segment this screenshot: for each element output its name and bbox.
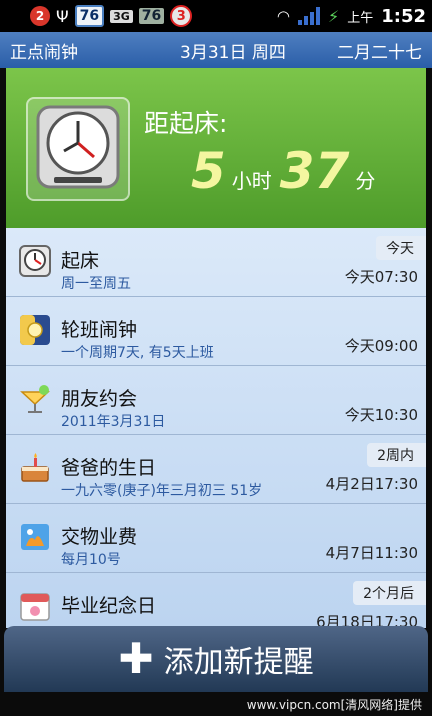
alarm-subtitle: 一九六零(庚子)年三月初三 51岁: [61, 483, 263, 499]
list-item[interactable]: 朋友约会 2011年3月31日 今天10:30: [6, 366, 426, 435]
countdown-banner[interactable]: 距起床: 5 小时 37 分: [6, 68, 426, 228]
status-ampm: 上午: [347, 10, 374, 26]
alarm-title: 起床: [61, 250, 100, 272]
network-type-icon: 3G: [110, 9, 133, 23]
footer-watermark: www.vipcn.com[清风网络]提供: [0, 692, 432, 716]
alarm-time: 4月2日17:30: [325, 475, 418, 493]
alarm-title: 轮班闹钟: [61, 319, 138, 341]
alarm-time: 今天10:30: [344, 406, 418, 424]
alarm-title: 交物业费: [61, 526, 138, 548]
date-header: 正点闹钟 3月31日 周四 二月二十七: [0, 32, 432, 68]
status-time: 1:52: [381, 5, 426, 27]
alarm-time: 今天09:00: [344, 337, 418, 355]
signal-icon: [297, 7, 320, 25]
add-reminder-label: 添加新提醒: [163, 645, 314, 680]
plus-icon: ✚: [118, 634, 154, 683]
list-item[interactable]: 交物业费 每月10号 4月7日11:30: [6, 504, 426, 573]
alarm-count-badge: 3: [170, 5, 193, 27]
list-item[interactable]: 起床 周一至周五 今天07:30 今天: [6, 228, 426, 297]
alarm-subtitle: 一个周期7天, 有5天上班: [61, 345, 214, 361]
app-title: 正点闹钟: [10, 42, 78, 63]
hours-unit: 小时: [231, 169, 272, 193]
usb-icon: Ψ: [56, 6, 69, 26]
alarm-clock-icon: [36, 105, 120, 189]
alarm-subtitle: 2011年3月31日: [61, 414, 166, 430]
day-night-icon: [20, 315, 50, 345]
battery-status-icon: 76: [138, 8, 165, 24]
alarm-title: 爸爸的生日: [61, 457, 157, 479]
notification-count-badge: 2: [30, 6, 50, 26]
alarm-subtitle: 每月10号: [61, 552, 121, 568]
countdown-hours: 5: [191, 142, 226, 200]
countdown-value: 5 小时 37 分: [191, 146, 383, 196]
calendar-icon: [20, 593, 50, 621]
list-item[interactable]: 毕业纪念日 6月18日17:30 2个月后: [6, 573, 426, 628]
alarm-subtitle: 周一至周五: [61, 276, 131, 292]
add-reminder-button[interactable]: ✚ 添加新提醒: [4, 626, 428, 692]
charging-icon: ⚡: [327, 6, 340, 26]
alarm-time: 今天07:30: [344, 268, 418, 286]
alarm-clock-icon: [19, 245, 51, 277]
alarm-tag: 今天: [376, 236, 426, 260]
alarm-title: 朋友约会: [61, 388, 138, 410]
wifi-icon: ◠: [276, 7, 290, 25]
clock-frame: [26, 97, 130, 201]
lunar-date-text: 二月二十七: [337, 42, 422, 63]
alarm-tag: 2个月后: [353, 581, 426, 605]
alarm-title: 毕业纪念日: [61, 595, 157, 617]
alarm-time: 4月7日11:30: [325, 544, 418, 562]
cocktail-icon: [20, 385, 50, 413]
alarm-list[interactable]: 起床 周一至周五 今天07:30 今天 轮班闹钟 一个周期7天, 有5天上班 今…: [6, 228, 426, 628]
date-text: 3月31日 周四: [180, 42, 286, 63]
status-bar: 2 Ψ 76 3G 76 3 ◠ ⚡ 上午 1:52: [0, 0, 432, 32]
countdown-label: 距起床:: [144, 109, 228, 138]
list-item[interactable]: 轮班闹钟 一个周期7天, 有5天上班 今天09:00: [6, 297, 426, 366]
bill-icon: [21, 524, 49, 550]
list-item[interactable]: 爸爸的生日 一九六零(庚子)年三月初三 51岁 4月2日17:30 2周内: [6, 435, 426, 504]
birthday-cake-icon: [21, 453, 49, 482]
countdown-minutes: 37: [279, 142, 350, 200]
minutes-unit: 分: [355, 169, 376, 193]
alarm-tag: 2周内: [367, 443, 426, 467]
battery-level-icon: 76: [74, 5, 105, 27]
